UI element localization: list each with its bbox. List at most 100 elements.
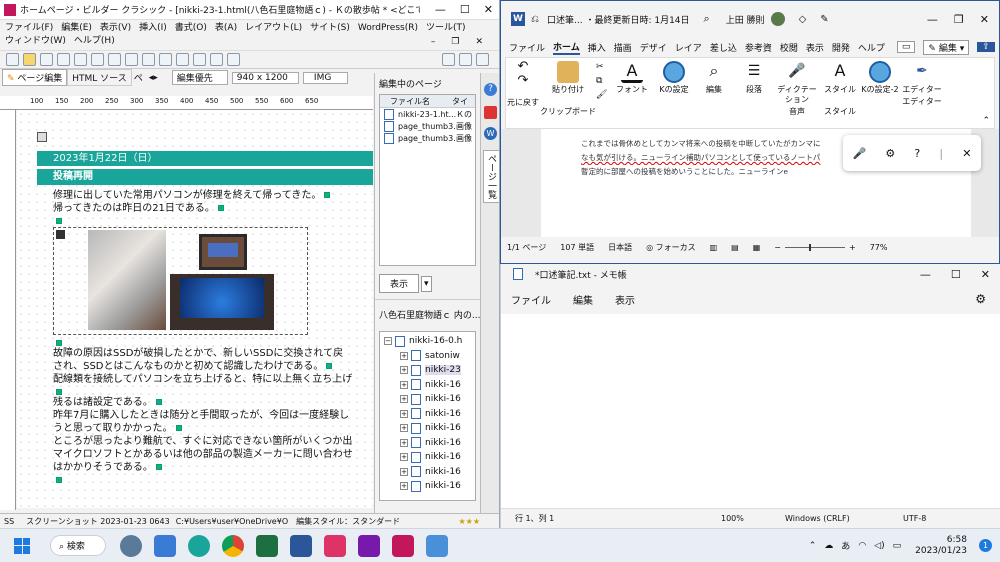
site-tree-item[interactable]: − nikki-16-0.h	[380, 334, 475, 349]
menu-format[interactable]: 書式(O)	[175, 23, 207, 33]
tab-home[interactable]: ホーム	[553, 40, 580, 55]
site-icon[interactable]	[484, 106, 497, 119]
expand-icon[interactable]: +	[400, 366, 408, 375]
tab-developer[interactable]: 開発	[832, 41, 850, 54]
post-heading[interactable]: 投稿再開	[37, 169, 373, 185]
maximize-icon[interactable]: ☐	[460, 3, 470, 16]
tab-layout[interactable]: レイア	[675, 41, 702, 54]
status-lang[interactable]: 日本語	[608, 242, 632, 253]
comment-icon[interactable]: ▭	[896, 41, 916, 53]
expand-icon[interactable]: +	[400, 351, 408, 360]
paragraph-line[interactable]: マイクロソフトとかあるいは他の部品の製造メーカーに問い合わせ	[53, 448, 373, 461]
gear-icon[interactable]: ⚙	[975, 292, 986, 306]
menu-file[interactable]: ファイル	[511, 292, 551, 307]
tab-design[interactable]: デザイ	[640, 41, 667, 54]
tab-draw[interactable]: 描画	[614, 41, 632, 54]
settings-icon[interactable]	[119, 534, 142, 557]
close-icon[interactable]: ✕	[980, 13, 989, 26]
photo-tablet[interactable]	[199, 234, 247, 270]
clock[interactable]: 6:58 2023/01/23	[915, 535, 967, 557]
menu-tools[interactable]: ツール(T)	[426, 23, 466, 33]
site-tree-item[interactable]: + nikki-16	[380, 479, 475, 494]
photo-monitor[interactable]	[170, 274, 274, 330]
site-tree-item[interactable]: + nikki-16	[380, 450, 475, 465]
minimize-icon[interactable]: —	[927, 13, 938, 26]
save-all-icon[interactable]	[57, 53, 70, 66]
menu-help[interactable]: ヘルプ(H)	[74, 36, 115, 46]
pen-icon[interactable]: ✎	[820, 14, 828, 25]
site-tree-item[interactable]: + nikki-16	[380, 378, 475, 393]
col-filename[interactable]: ファイル名	[380, 96, 452, 107]
help-icon[interactable]: ?	[484, 83, 497, 96]
expand-icon[interactable]: +	[400, 424, 408, 433]
tab-insert[interactable]: 挿入	[588, 41, 606, 54]
excel-icon[interactable]	[255, 534, 278, 557]
read-mode-icon[interactable]: ▥	[710, 243, 718, 252]
site-tree-item[interactable]: + nikki-23	[380, 363, 475, 378]
wordpress-icon[interactable]: W	[484, 127, 497, 140]
search-icon[interactable]: ⌕	[704, 12, 710, 26]
tab-file[interactable]: ファイル	[509, 41, 545, 54]
paragraph-line[interactable]: 帰ってきたのは昨日の21日である。	[53, 202, 373, 215]
editing-mode-button[interactable]: ✎ 編集 ▾	[923, 39, 970, 55]
print-icon[interactable]	[442, 53, 455, 66]
link-icon[interactable]	[159, 53, 172, 66]
paragraph-line[interactable]: 残るは諸設定である。	[53, 396, 373, 409]
wifi-icon[interactable]: ◠	[858, 541, 866, 551]
file-row[interactable]: page_thumb3... 画像	[380, 120, 475, 132]
site-tree-item[interactable]: + nikki-16	[380, 407, 475, 422]
minimize-icon[interactable]: —	[435, 3, 446, 16]
site-tree-item[interactable]: + satoniw	[380, 349, 475, 364]
tab-help[interactable]: ヘルプ	[858, 41, 885, 54]
notepad-icon[interactable]	[425, 534, 448, 557]
battery-icon[interactable]: ▭	[893, 541, 902, 551]
paste-icon[interactable]	[108, 53, 121, 66]
redo-icon[interactable]: ↷	[518, 74, 529, 87]
paragraph-button[interactable]: ☰ 段落	[734, 58, 774, 128]
chevron-up-icon[interactable]: ⌃	[809, 541, 817, 551]
copy-icon[interactable]	[91, 53, 104, 66]
diamond-icon[interactable]: ◇	[799, 14, 807, 25]
save-icon[interactable]	[40, 53, 53, 66]
ime-indicator[interactable]: あ	[841, 539, 850, 552]
new-icon[interactable]	[6, 53, 19, 66]
display-dropdown-icon[interactable]: ▾	[421, 275, 432, 292]
menu-window[interactable]: ウィンドウ(W)	[5, 36, 66, 46]
site-tree-item[interactable]: + nikki-16	[380, 421, 475, 436]
post-date[interactable]: 2023年1月22日（日）	[37, 151, 373, 166]
page-size-select[interactable]: 940 x 1200	[231, 71, 299, 84]
save-site-icon[interactable]	[459, 53, 472, 66]
menu-view[interactable]: 表示(V)	[100, 23, 131, 33]
open-icon[interactable]	[23, 53, 36, 66]
menu-wordpress[interactable]: WordPress(R)	[358, 23, 418, 33]
kset-button[interactable]: Kの設定	[654, 58, 694, 128]
paragraph-line[interactable]: され、SSDとはこんなものかと初めて認識したわけである。	[53, 360, 373, 373]
paste-button[interactable]: 貼り付け クリップボード	[540, 58, 596, 128]
redo-icon[interactable]	[142, 53, 155, 66]
site-tree-item[interactable]: + nikki-16	[380, 392, 475, 407]
img-select[interactable]: IMG	[302, 71, 349, 84]
menu-table[interactable]: 表(A)	[215, 23, 237, 33]
word-user[interactable]: 上田 勝則	[726, 13, 765, 26]
web-layout-icon[interactable]: ▦	[753, 243, 761, 252]
table-icon[interactable]	[193, 53, 206, 66]
paragraph-line[interactable]: 修理に出していた常用パソコンが修理を終えて帰ってきた。	[53, 189, 373, 202]
paragraph-line[interactable]: うと思って取りかかった。	[53, 422, 373, 435]
expand-icon[interactable]: +	[400, 438, 408, 447]
minimize-icon[interactable]: —	[920, 268, 931, 281]
snipping-icon[interactable]	[323, 534, 346, 557]
avatar[interactable]	[770, 12, 785, 26]
publish-icon[interactable]	[210, 53, 223, 66]
start-icon[interactable]	[14, 537, 30, 554]
editor-canvas[interactable]: 2023年1月22日（日） 投稿再開 修理に出していた常用パソコンが修理を終えて…	[17, 110, 373, 508]
focus-button[interactable]: ◎ フォーカス	[646, 242, 696, 253]
editor-button[interactable]: ✒ エディター エディター	[900, 58, 944, 128]
expand-icon[interactable]: +	[400, 482, 408, 491]
site-tree-item[interactable]: + nikki-16	[380, 465, 475, 480]
photo-pc-open[interactable]	[88, 230, 166, 330]
display-button[interactable]: 表示	[379, 274, 420, 293]
word-title[interactable]: 口述筆... ・最終更新日時: 1月14日	[547, 13, 690, 26]
col-title[interactable]: タイ	[452, 96, 468, 107]
file-row[interactable]: nikki-23-1.ht... Ｋの	[380, 108, 475, 120]
expand-icon[interactable]: +	[400, 395, 408, 404]
